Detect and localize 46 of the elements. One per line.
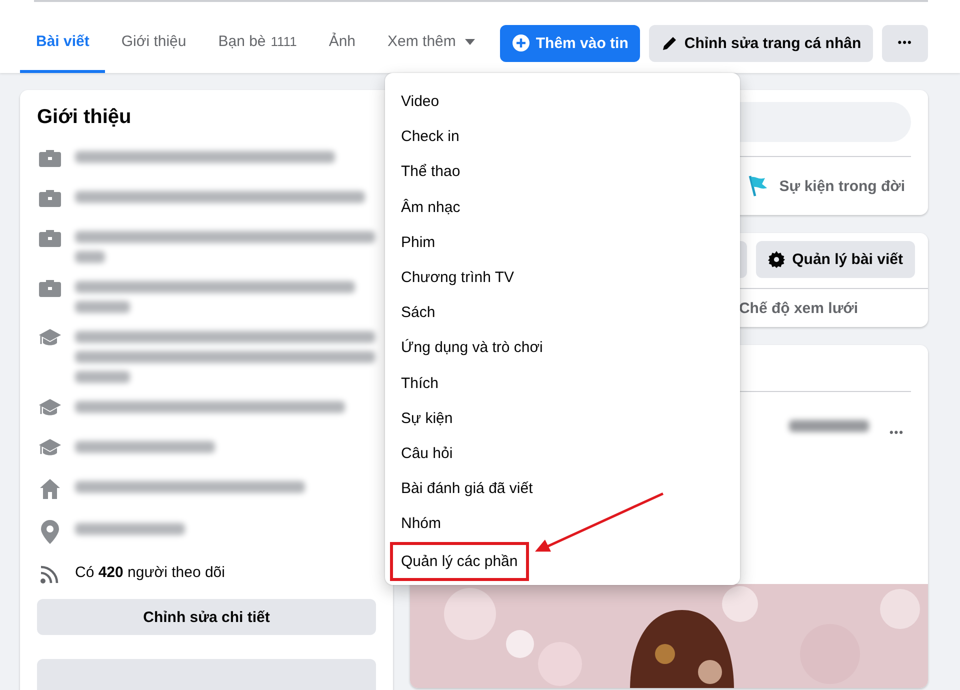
tab-label: Bạn bè [218,33,266,50]
gear-icon [768,251,786,268]
tab-label: Xem thêm [388,33,456,50]
profile-tab[interactable]: Ảnh [312,13,372,73]
manage-posts-button[interactable]: Quản lý bài viết [756,241,915,278]
plus-icon [512,34,530,52]
briefcase-icon [38,187,62,209]
menu-item[interactable]: Quản lý các phần [390,542,529,582]
menu-item[interactable]: Check in [385,119,740,154]
edit-details-button[interactable]: Chỉnh sửa chi tiết [37,599,376,635]
friend-count: 1111 [270,34,297,49]
briefcase-icon [38,147,62,169]
menu-item[interactable]: Nhóm [385,506,740,542]
post-options-button[interactable]: ••• [889,427,904,439]
add-to-story-button[interactable]: Thêm vào tin [500,24,640,62]
hobbies-button[interactable] [37,659,376,690]
pencil-icon [661,34,678,52]
profile-tab[interactable]: Giới thiệu [105,13,202,73]
menu-item[interactable]: Chương trình TV [385,260,740,296]
menu-item[interactable]: Âm nhạc [385,190,740,225]
caret-icon [464,38,475,44]
menu-item[interactable]: Thể thao [385,154,740,190]
profile-tab[interactable]: Bạn bè 1111 [202,13,313,73]
follower-count: Có 420 người theo dõi [75,563,225,583]
section-title: Giới thiệu [37,106,132,129]
blurred-text [75,371,130,383]
menu-item[interactable]: Ứng dụng và trò chơi [385,330,740,366]
profile-tab[interactable]: Bài viết [20,13,106,73]
blurred-text [75,301,130,313]
blurred-text [75,251,105,263]
rss-icon [39,563,61,585]
menu-item[interactable]: Câu hỏi [385,436,740,472]
home-icon [38,477,62,501]
life-event-button[interactable]: Sự kiện trong đời [747,174,911,198]
location-pin-icon [40,519,60,545]
menu-item[interactable]: Video [385,84,740,120]
briefcase-icon [38,277,62,299]
briefcase-icon [38,227,62,249]
more-button[interactable]: ••• [882,24,928,62]
menu-item[interactable]: Sự kiện [385,400,740,436]
menu-item[interactable]: Bài đánh giá đã viết [385,471,740,506]
menu-item[interactable]: Phim [385,224,740,260]
edit-profile-button[interactable]: Chỉnh sửa trang cá nhân [649,24,874,62]
profile-tab[interactable]: Xem thêm [372,13,491,73]
menu-item[interactable]: Sách [385,295,740,330]
menu-item[interactable]: Thích [385,366,740,401]
